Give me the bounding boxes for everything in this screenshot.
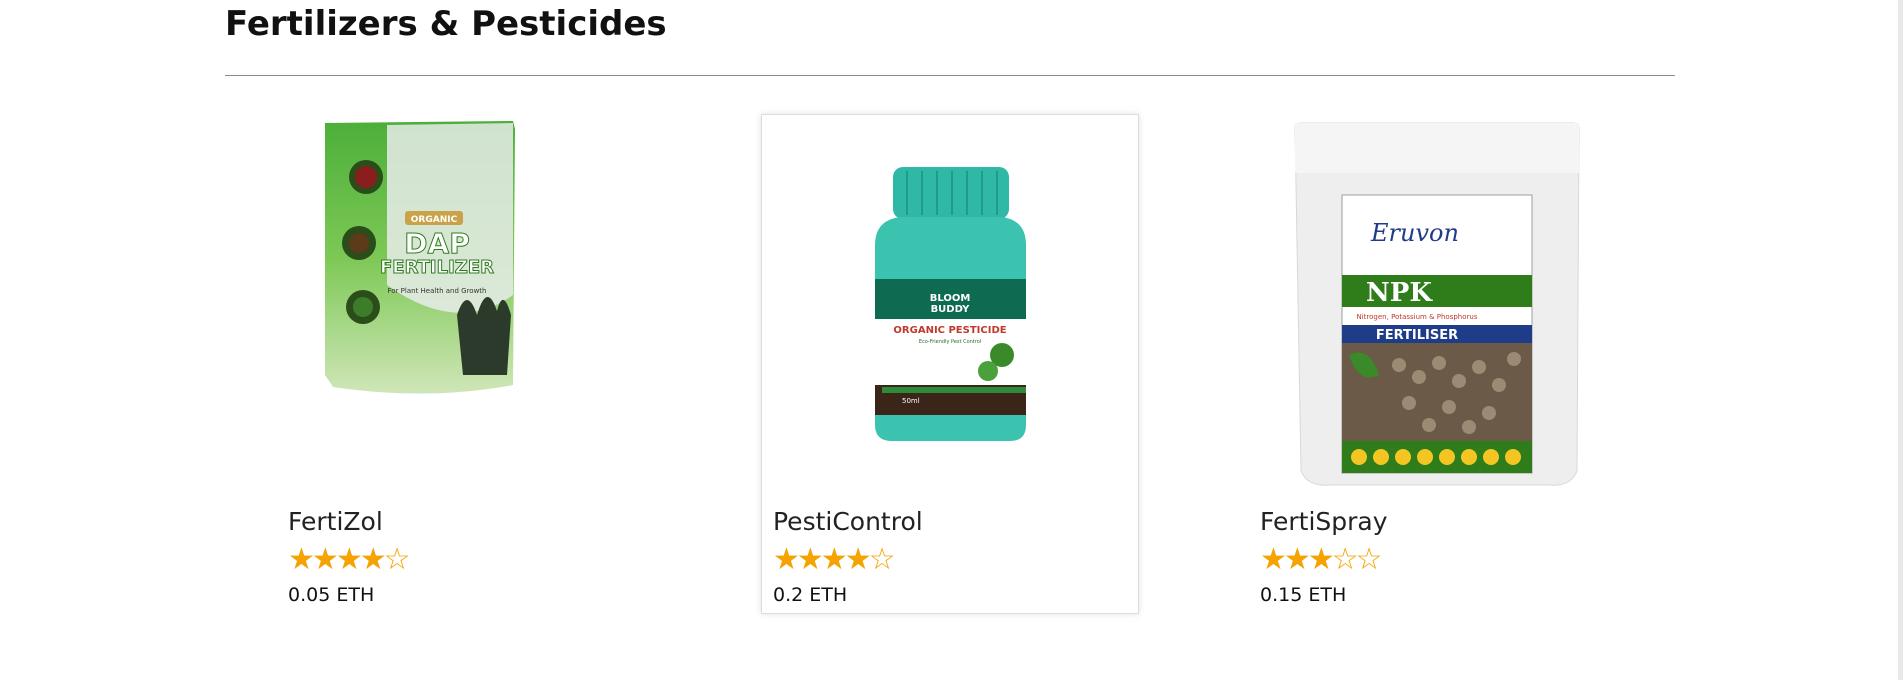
product-card-fertispray[interactable]: Eruvon NPK Nitrogen, Potassium & Phospho… <box>1248 114 1626 614</box>
image-text-organic-pesticide: ORGANIC PESTICIDE <box>893 325 1006 336</box>
star-filled-icon: ★ <box>335 543 363 576</box>
image-text-eco: Eco-Friendly Pest Control <box>919 339 981 345</box>
product-name[interactable]: FertiZol <box>288 507 383 536</box>
star-filled-icon: ★ <box>359 543 387 576</box>
image-text-brand: Eruvon <box>1370 219 1459 247</box>
image-text-bloom: BLOOM <box>930 293 971 304</box>
image-text-tagline: For Plant Health and Growth <box>388 287 487 295</box>
star-filled-icon: ★ <box>844 543 872 576</box>
image-text-npk: NPK <box>1366 278 1433 308</box>
section-divider <box>225 75 1675 76</box>
star-filled-icon: ★ <box>311 543 339 576</box>
product-image-fertispray[interactable]: Eruvon NPK Nitrogen, Potassium & Phospho… <box>1249 115 1625 493</box>
star-filled-icon: ★ <box>773 543 800 576</box>
star-empty-icon: ☆ <box>383 543 411 576</box>
image-text-fertiliser: FERTILISER <box>1376 328 1458 343</box>
image-text-fertilizer: FERTILIZER <box>380 257 494 278</box>
star-filled-icon: ★ <box>1307 543 1335 576</box>
product-card-pesticontrol[interactable]: BLOOM BUDDY ORGANIC PESTICIDE Eco-Friend… <box>761 114 1139 614</box>
image-text-organic: ORGANIC <box>411 215 458 225</box>
image-text-npk-sub: Nitrogen, Potassium & Phosphorus <box>1357 313 1478 321</box>
star-filled-icon: ★ <box>796 543 824 576</box>
product-name[interactable]: FertiSpray <box>1260 507 1388 536</box>
image-text-buddy: BUDDY <box>931 304 971 315</box>
star-empty-icon: ☆ <box>1355 543 1383 576</box>
product-card-fertizol[interactable]: ORGANIC DAP FERTILIZER For Plant Health … <box>276 114 654 614</box>
star-empty-icon: ☆ <box>1331 543 1359 576</box>
product-image-pesticontrol[interactable]: BLOOM BUDDY ORGANIC PESTICIDE Eco-Friend… <box>762 115 1138 493</box>
product-rating: ★★★☆☆ <box>1260 543 1383 576</box>
star-empty-icon: ☆ <box>868 543 896 576</box>
product-rating: ★★★★☆ <box>288 543 411 576</box>
image-text-volume: 50ml <box>902 397 920 405</box>
product-image-fertizol[interactable]: ORGANIC DAP FERTILIZER For Plant Health … <box>277 115 653 493</box>
product-rating: ★★★★☆ <box>773 543 896 576</box>
section-title: Fertilizers & Pesticides <box>225 4 667 44</box>
product-name[interactable]: PestiControl <box>773 507 923 536</box>
star-filled-icon: ★ <box>1260 543 1287 576</box>
scrollbar-track[interactable] <box>1898 0 1903 680</box>
star-filled-icon: ★ <box>820 543 848 576</box>
product-price: 0.05 ETH <box>288 584 375 606</box>
star-filled-icon: ★ <box>1283 543 1311 576</box>
product-price: 0.15 ETH <box>1260 584 1347 606</box>
product-price: 0.2 ETH <box>773 584 848 606</box>
image-text-dap: DAP <box>404 227 469 260</box>
star-filled-icon: ★ <box>288 543 315 576</box>
